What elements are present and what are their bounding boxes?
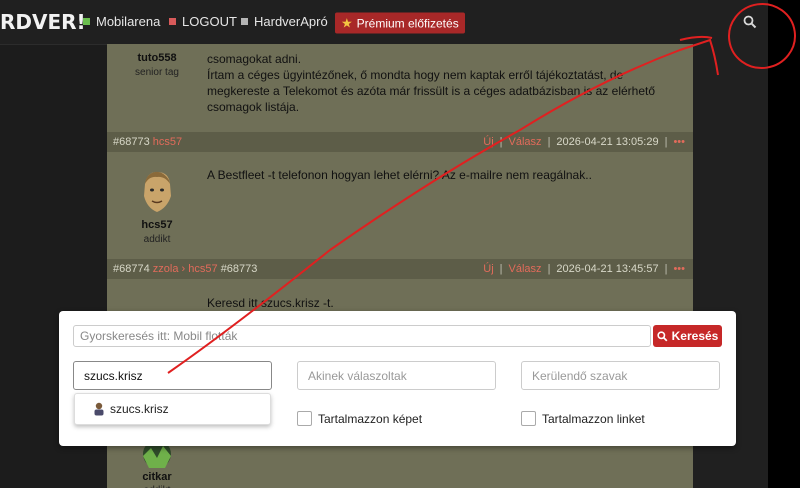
top-nav-bar: RDVER! Mobilarena LOGOUT HardverApró ★ P… xyxy=(0,0,768,45)
post-line: megkereste a Telekomot és azóta már fris… xyxy=(207,84,656,98)
checkbox-box[interactable] xyxy=(521,411,536,426)
checkbox-box[interactable] xyxy=(297,411,312,426)
reply-arrow-icon: › xyxy=(181,263,186,275)
advanced-search-panel: Gyorskeresés itt: Mobil flották Keresés … xyxy=(59,311,736,446)
new-link[interactable]: Új xyxy=(483,263,493,275)
separator: | xyxy=(664,263,668,275)
post-header-right: Új | Válasz | 2026-04-21 13:45:57 | ••• xyxy=(483,263,685,275)
premium-button[interactable]: ★ Prémium előfizetés xyxy=(335,12,465,34)
post-author-link[interactable]: zzola xyxy=(153,263,179,275)
more-menu-icon[interactable]: ••• xyxy=(673,136,685,148)
user-avatar-icon xyxy=(94,402,104,416)
page: RDVER! Mobilarena LOGOUT HardverApró ★ P… xyxy=(0,0,768,488)
quick-search-input[interactable]: Gyorskeresés itt: Mobil flották xyxy=(73,325,651,347)
search-icon xyxy=(657,330,668,341)
magnifier-glyph xyxy=(743,15,757,29)
premium-label: Prémium előfizetés xyxy=(356,16,459,30)
nav-label: Mobilarena xyxy=(96,14,161,29)
reply-link[interactable]: Válasz xyxy=(509,263,542,275)
post-line: csomagok listája. xyxy=(207,100,300,114)
search-icon[interactable] xyxy=(737,9,763,35)
post-author-link[interactable]: hcs57 xyxy=(153,136,182,148)
gray-square-icon xyxy=(241,18,248,25)
replied-to-field[interactable]: Akinek válaszoltak xyxy=(297,361,496,390)
reply-link[interactable]: Válasz xyxy=(509,136,542,148)
nav-label: HardverApró xyxy=(254,14,328,29)
separator: | xyxy=(547,263,551,275)
post-body: Keresd itt szucs.krisz -t. xyxy=(207,296,334,310)
nav-logout[interactable]: LOGOUT xyxy=(169,14,237,29)
post-header-left: #68774 zzola › hcs57 #68773 xyxy=(113,263,257,275)
post-number[interactable]: #68774 xyxy=(113,263,150,275)
post-header: #68774 zzola › hcs57 #68773 Új | Válasz … xyxy=(107,259,693,279)
contains-image-checkbox[interactable]: Tartalmazzon képet xyxy=(297,411,422,426)
post-body: A Bestfleet -t telefonon hogyan lehet el… xyxy=(207,168,592,182)
star-icon: ★ xyxy=(341,15,353,30)
post-line: Írtam a céges ügyintézőnek, ő mondta hog… xyxy=(207,68,624,82)
post-rank: senior tag xyxy=(135,67,179,78)
green-square-icon xyxy=(83,18,90,25)
search-button-label: Keresés xyxy=(671,329,719,343)
post-username[interactable]: citkar xyxy=(107,471,207,483)
post-username[interactable]: tuto558 xyxy=(107,52,207,64)
post-date: 2026-04-21 13:45:57 xyxy=(556,263,659,275)
screen-border xyxy=(768,0,800,488)
post-header: #68773 hcs57 Új | Válasz | 2026-04-21 13… xyxy=(107,132,693,152)
checkbox-label: Tartalmazzon képet xyxy=(318,411,423,426)
post-number[interactable]: #68773 xyxy=(113,136,150,148)
suggestion-label: szucs.krisz xyxy=(110,402,169,416)
post-date: 2026-04-21 13:05:29 xyxy=(556,136,659,148)
contains-link-checkbox[interactable]: Tartalmazzon linket xyxy=(521,411,645,426)
post-rank: addikt xyxy=(143,234,171,245)
post-username[interactable]: hcs57 xyxy=(107,219,207,231)
post-body: csomagokat adni. Írtam a céges ügyintéző… xyxy=(207,51,677,115)
author-suggestion-item[interactable]: szucs.krisz xyxy=(74,393,271,425)
separator: | xyxy=(499,136,503,148)
new-link[interactable]: Új xyxy=(483,136,493,148)
avatar[interactable] xyxy=(137,170,177,216)
nav-hardverapro[interactable]: HardverApró xyxy=(241,14,328,29)
site-logo[interactable]: RDVER! xyxy=(0,10,86,34)
nav-label: LOGOUT xyxy=(182,14,237,29)
reply-to-user-link[interactable]: hcs57 xyxy=(188,263,217,275)
checkbox-label: Tartalmazzon linket xyxy=(542,411,645,426)
post-line: csomagokat adni. xyxy=(207,52,302,66)
excluded-words-field[interactable]: Kerülendő szavak xyxy=(521,361,720,390)
nav-mobilarena[interactable]: Mobilarena xyxy=(83,14,160,29)
post-header-left: #68773 hcs57 xyxy=(113,136,182,148)
search-submit-button[interactable]: Keresés xyxy=(653,325,722,347)
reply-to-post-link[interactable]: #68773 xyxy=(221,263,258,275)
red-square-icon xyxy=(169,18,176,25)
separator: | xyxy=(499,263,503,275)
more-menu-icon[interactable]: ••• xyxy=(673,263,685,275)
separator: | xyxy=(664,136,668,148)
separator: | xyxy=(547,136,551,148)
author-field[interactable]: szucs.krisz xyxy=(73,361,272,390)
post-header-right: Új | Válasz | 2026-04-21 13:05:29 | ••• xyxy=(483,136,685,148)
